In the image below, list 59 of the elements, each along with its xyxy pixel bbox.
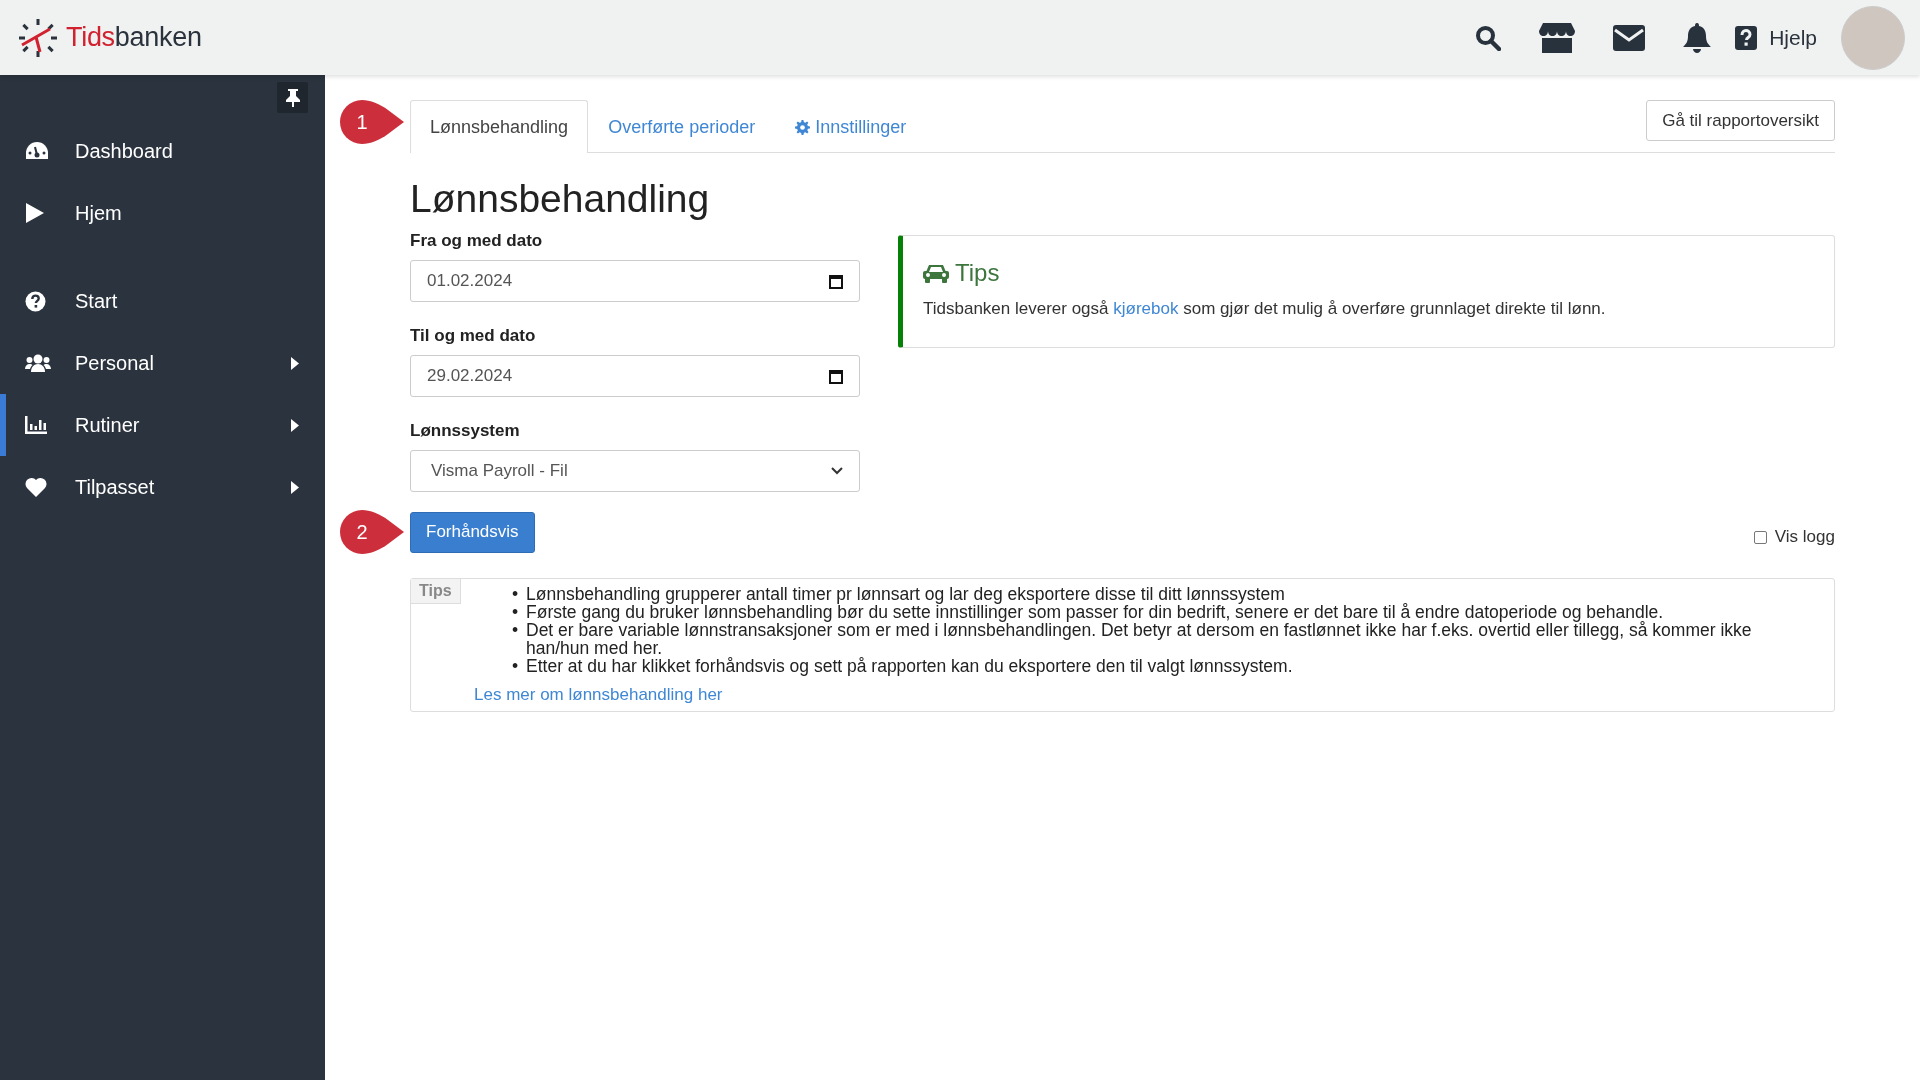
logbook-link[interactable]: kjørebok <box>1113 299 1179 318</box>
gear-icon <box>795 120 811 135</box>
car-icon <box>923 263 949 283</box>
tips-title: Tips <box>955 259 1000 287</box>
mail-icon[interactable] <box>1613 24 1646 51</box>
caret-right-icon <box>291 418 299 432</box>
date-field[interactable]: 29.02.2024 <box>410 355 860 397</box>
sidebar-item[interactable]: Dashboard <box>0 120 325 182</box>
bar-chart-icon <box>25 416 47 434</box>
logo-text[interactable]: Tidsbanken <box>66 22 202 53</box>
show-log-checkbox[interactable]: Vis logg <box>1753 527 1835 547</box>
preview-button[interactable]: Forhåndsvis <box>410 511 535 553</box>
tab[interactable]: Lønnsbehandling <box>410 100 589 153</box>
sidebar-item[interactable]: Personal <box>0 332 325 394</box>
sidebar-item[interactable]: Tilpasset <box>0 456 325 518</box>
tips-text: Tidsbanken leverer også kjørebok som gjør det mulig å overføre grunnlaget direkte til lønn. <box>923 299 1607 319</box>
caret-right-icon <box>291 356 299 370</box>
users-icon <box>25 354 51 372</box>
pin-button[interactable] <box>277 82 308 113</box>
sidebar-item[interactable]: Start <box>0 270 325 332</box>
step-callout: 2 <box>340 510 404 554</box>
sidebar-item[interactable]: Rutiner <box>0 394 325 456</box>
help-list-item: Første gang du bruker lønnsbehandling bør du sette innstillinger som passer for din bedrift, senere er det bare til å endre datoperiode og behandle. <box>526 603 1664 621</box>
sidebar-item[interactable]: Hjem <box>0 182 325 244</box>
step-callout: 1 <box>340 100 404 144</box>
bell-icon[interactable] <box>1683 22 1712 53</box>
field-label: Lønnssystem <box>410 421 521 441</box>
chevron-down-icon <box>831 467 843 475</box>
help-list-item: Etter at du har klikket forhåndsvis og sett på rapporten kan du eksportere den til valgt lønnssystem. <box>526 657 1293 675</box>
gauge-icon <box>25 141 49 161</box>
read-more-link[interactable]: Les mer om lønnsbehandling her <box>474 685 1834 705</box>
help-link[interactable]: Hjelp <box>1735 25 1817 50</box>
checkbox[interactable] <box>1753 530 1767 544</box>
tips-tag: Tips <box>411 579 461 604</box>
search-icon[interactable] <box>1475 24 1502 51</box>
bullet: • <box>512 603 518 621</box>
date-field[interactable]: 01.02.2024 <box>410 260 860 302</box>
caret-right-icon <box>291 480 299 494</box>
help-list-item: Det er bare variable lønnstransaksjoner som er med i lønnsbehandlingen. Det betyr at dersom en fastlønnet ikke har f.eks. overtid eller tillegg, så kommer ikke han/hun med her. <box>526 621 1753 657</box>
pin-icon <box>285 88 300 107</box>
calendar-icon <box>829 368 843 384</box>
bullet: • <box>512 585 518 603</box>
question-icon <box>1735 25 1758 50</box>
clock-logo-icon <box>18 17 58 58</box>
payroll-system-dropdown[interactable]: Visma Payroll - Fil <box>410 450 860 492</box>
calendar-icon <box>829 273 843 289</box>
store-icon[interactable] <box>1539 22 1576 53</box>
bullet: • <box>512 621 518 642</box>
help-list-item: Lønnsbehandling grupperer antall timer pr lønnsart og lar deg eksportere disse til ditt lønnssystem <box>526 585 1285 603</box>
heart-icon <box>25 477 47 497</box>
field-label: Til og med dato <box>410 326 537 346</box>
tab[interactable]: Innstillinger <box>775 101 927 153</box>
page-title: Lønnsbehandling <box>410 177 711 221</box>
bullet: • <box>512 657 518 675</box>
field-label: Fra og med dato <box>410 231 544 251</box>
play-icon <box>25 202 45 224</box>
tab[interactable]: Overførte perioder <box>588 101 776 153</box>
question-circle-icon <box>25 290 46 312</box>
report-overview-button[interactable]: Gå til rapportoversikt <box>1646 100 1835 141</box>
